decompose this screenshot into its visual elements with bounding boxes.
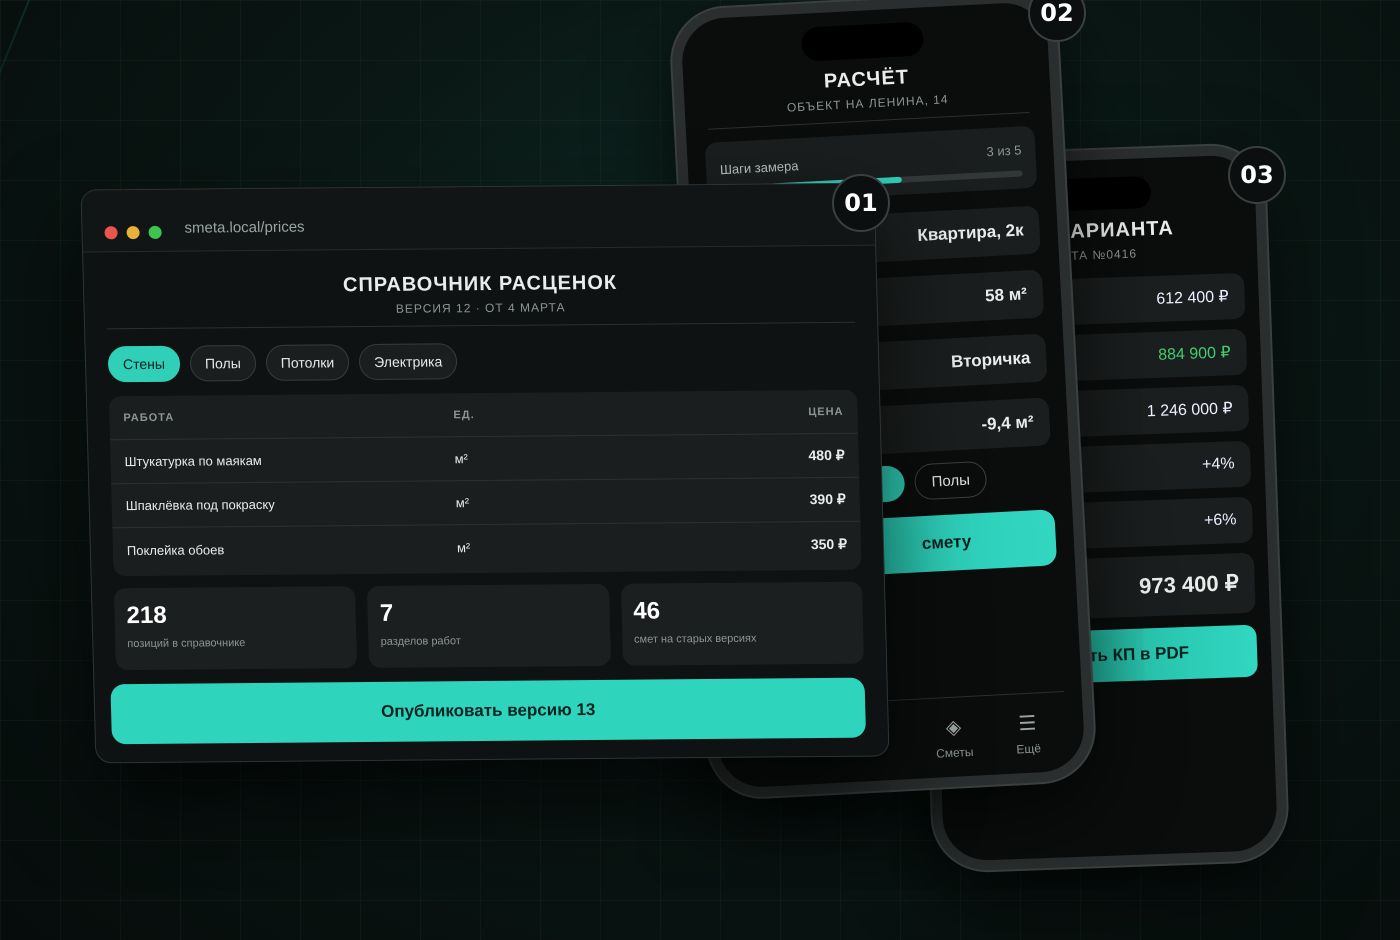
step-badge-03: 03 bbox=[1228, 146, 1286, 204]
step-badge-01: 01 bbox=[832, 174, 890, 232]
chip-floors[interactable]: Полы bbox=[913, 460, 988, 501]
column-header-work: РАБОТА bbox=[123, 411, 175, 424]
table-row[interactable]: Поклейка обоев м² 350 ₽ bbox=[112, 522, 861, 573]
stat-value: 7 bbox=[379, 599, 394, 627]
cell-unit: м² bbox=[455, 495, 470, 511]
stat-label: позиций в справочнике bbox=[127, 637, 246, 651]
tab-electrics[interactable]: Электрика bbox=[358, 343, 458, 381]
phone3-subtitle: ТА №0416 bbox=[1070, 246, 1138, 263]
cell-unit: м² bbox=[454, 451, 469, 467]
cell-work: Штукатурка по маякам bbox=[124, 452, 262, 470]
category-tabs: Стены Полы Потолки Электрика bbox=[107, 343, 458, 383]
page-subtitle: ВЕРСИЯ 12 · ОТ 4 МАРТА bbox=[395, 300, 566, 316]
stat-label: смет на старых версиях bbox=[633, 632, 757, 646]
table-row[interactable]: Шпаклёвка под покраску м² 390 ₽ bbox=[111, 477, 861, 529]
markup-row[interactable]: +4% bbox=[1069, 440, 1252, 493]
tab-floors[interactable]: Полы bbox=[189, 345, 257, 382]
maximize-window-dot[interactable] bbox=[148, 225, 162, 239]
cell-work: Поклейка обоев bbox=[126, 541, 225, 558]
cell-price: 390 ₽ bbox=[809, 490, 847, 508]
cell-price: 480 ₽ bbox=[808, 446, 845, 464]
variant-row-highlight[interactable]: 884 900 ₽ bbox=[1065, 328, 1248, 382]
tab-label: Сметы bbox=[935, 744, 974, 761]
stat-value: 46 bbox=[632, 597, 661, 625]
export-pdf-button[interactable]: ть КП в PDF bbox=[1076, 624, 1258, 683]
variant-row[interactable]: 612 400 ₽ bbox=[1063, 272, 1246, 326]
table-row[interactable]: Штукатурка по маякам м² 480 ₽ bbox=[110, 433, 860, 485]
publish-version-button[interactable]: Опубликовать версию 13 bbox=[110, 677, 867, 745]
tab-walls[interactable]: Стены bbox=[107, 345, 181, 383]
markup-row[interactable]: +6% bbox=[1071, 496, 1254, 549]
stat-card-sections: 7 разделов работ bbox=[367, 583, 611, 668]
titlebar: smeta.local/prices bbox=[81, 183, 876, 253]
tab-more[interactable]: ☰ Ещё bbox=[997, 709, 1059, 757]
cell-unit: м² bbox=[456, 539, 471, 555]
tab-ceilings[interactable]: Потолки bbox=[265, 344, 350, 381]
stat-label: разделов работ bbox=[380, 635, 461, 648]
diamond-icon: ◈ bbox=[945, 716, 962, 740]
phone3-title: АРИАНТА bbox=[1069, 217, 1175, 243]
progress-count: 3 из 5 bbox=[986, 142, 1022, 160]
tab-estimates[interactable]: ◈ Сметы bbox=[923, 713, 985, 761]
minimize-window-dot[interactable] bbox=[126, 226, 140, 240]
stat-value: 218 bbox=[126, 601, 168, 630]
column-header-price: ЦЕНА bbox=[808, 405, 844, 418]
total-amount: 973 400 ₽ bbox=[1073, 552, 1256, 619]
variant-row[interactable]: 1 246 000 ₽ bbox=[1067, 384, 1250, 437]
stat-card-old-estimates: 46 смет на старых версиях bbox=[620, 581, 865, 666]
address-bar[interactable]: smeta.local/prices bbox=[184, 219, 305, 237]
browser-window: smeta.local/prices СПРАВОЧНИК РАСЦЕНОК В… bbox=[80, 182, 890, 764]
dynamic-island bbox=[800, 21, 925, 62]
price-table: РАБОТА ЕД. ЦЕНА Штукатурка по маякам м² … bbox=[108, 389, 862, 577]
variant-list: 612 400 ₽ 884 900 ₽ 1 246 000 ₽ +4% +6% bbox=[1063, 272, 1254, 549]
cell-price: 350 ₽ bbox=[810, 535, 848, 552]
menu-icon: ☰ bbox=[1017, 712, 1037, 736]
progress-label: Шаги замера bbox=[719, 158, 799, 178]
tab-label: Ещё bbox=[1016, 741, 1042, 757]
divider bbox=[107, 321, 856, 330]
stat-card-positions: 218 позиций в справочнике bbox=[113, 586, 358, 671]
column-header-unit: ЕД. bbox=[453, 408, 475, 421]
table-header: РАБОТА ЕД. ЦЕНА bbox=[108, 389, 859, 441]
page-title: СПРАВОЧНИК РАСЦЕНОК bbox=[342, 271, 618, 297]
stats-row: 218 позиций в справочнике 7 разделов раб… bbox=[113, 581, 865, 671]
cell-work: Шпаклёвка под покраску bbox=[125, 496, 275, 514]
close-window-dot[interactable] bbox=[104, 226, 118, 240]
